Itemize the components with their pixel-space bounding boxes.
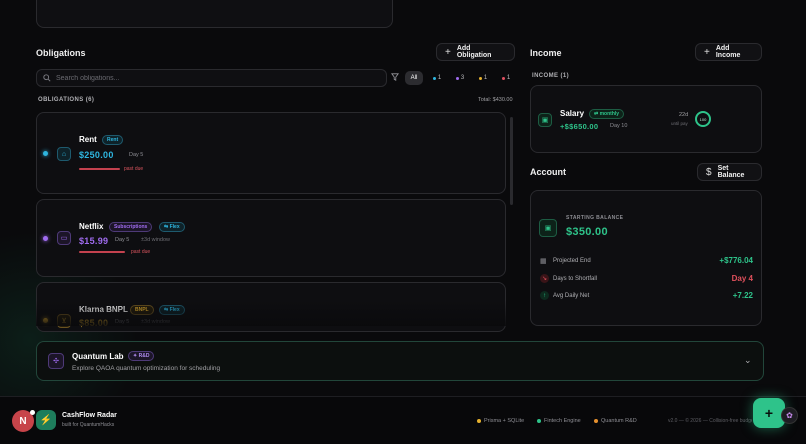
category-badge: Rent bbox=[102, 135, 124, 145]
app-tagline: built for QuantumHacks bbox=[62, 422, 115, 428]
flex-badge: ⇆ Flex bbox=[159, 222, 185, 232]
until-pay-label: until pay bbox=[671, 121, 688, 126]
top-summary-card bbox=[36, 0, 393, 28]
category-badge: Subscriptions bbox=[109, 222, 153, 232]
account-row-avg: ↑ Avg Daily Net +7.22 bbox=[540, 291, 753, 303]
rent-dot-icon bbox=[432, 76, 436, 80]
quantum-dot-icon bbox=[594, 419, 598, 423]
plus-icon: + bbox=[445, 46, 451, 58]
chevron-down-icon[interactable]: ⌄ bbox=[744, 355, 752, 366]
income-title: Income bbox=[530, 48, 562, 58]
add-obligation-button[interactable]: + Add Obligation bbox=[436, 43, 515, 61]
klarna-status-dot bbox=[43, 318, 48, 323]
dollar-icon: $ bbox=[706, 166, 712, 178]
bnpl-dot-icon bbox=[478, 76, 482, 80]
obligation-amount: $15.99 bbox=[79, 236, 109, 246]
trend-up-icon: ↑ bbox=[540, 291, 549, 300]
obligation-day: Day 5 bbox=[129, 152, 144, 158]
income-count: INCOME (1) bbox=[532, 73, 569, 79]
income-day: Day 10 bbox=[610, 123, 628, 129]
account-title: Account bbox=[530, 167, 566, 177]
flex-badge: ⇆ Flex bbox=[159, 305, 185, 315]
obligations-scrollbar[interactable] bbox=[510, 117, 513, 205]
filter-chip-other[interactable]: 1 bbox=[500, 71, 512, 85]
footer-link-fintech[interactable]: Fintech Engine bbox=[537, 418, 581, 424]
obligations-total: Total: $430.00 bbox=[478, 97, 513, 103]
footer-link-prisma[interactable]: Prisma + SQLite bbox=[477, 418, 524, 424]
past-due-label: past due bbox=[131, 249, 151, 255]
add-income-button[interactable]: + Add Income bbox=[695, 43, 762, 61]
wallet-icon: ▣ bbox=[538, 113, 552, 127]
app-name: CashFlow Radar bbox=[62, 412, 117, 419]
subscriptions-dot-icon bbox=[455, 76, 459, 80]
plus-icon: + bbox=[704, 46, 710, 58]
footer-link-quantum[interactable]: Quantum R&D bbox=[594, 418, 637, 424]
obligation-window: ±3d window bbox=[141, 237, 171, 243]
obligations-title: Obligations bbox=[36, 48, 86, 58]
avatar-status-dot bbox=[30, 410, 35, 415]
obligation-day: Day 5 bbox=[115, 237, 130, 243]
obligations-count: OBLIGATIONS (6) bbox=[38, 97, 95, 103]
wallet-icon: ▣ bbox=[539, 219, 557, 237]
obligation-name: Netflix bbox=[79, 222, 104, 231]
filter-chip-bnpl[interactable]: 1 bbox=[477, 71, 489, 85]
income-card-salary[interactable] bbox=[530, 85, 762, 153]
progress-bar bbox=[79, 168, 120, 170]
fintech-dot-icon bbox=[537, 419, 541, 423]
search-icon bbox=[43, 74, 51, 82]
account-row-shortfall: ↘ Days to Shortfall Day 4 bbox=[540, 274, 753, 283]
pay-progress-ring: 100 bbox=[695, 111, 711, 127]
obligation-day: Day 5 bbox=[115, 319, 130, 325]
quantum-lab-title: Quantum Lab bbox=[72, 352, 124, 361]
rd-badge: ✦ R&D bbox=[128, 351, 155, 361]
obligation-name: Rent bbox=[79, 135, 97, 144]
income-name: Salary bbox=[560, 109, 585, 118]
starting-balance-value: $350.00 bbox=[566, 226, 608, 238]
assistant-icon[interactable]: ✿ bbox=[781, 407, 798, 424]
search-input[interactable] bbox=[56, 74, 356, 82]
filter-chip-all[interactable]: All bbox=[405, 71, 423, 85]
trend-down-icon: ↘ bbox=[540, 274, 549, 283]
obligation-amount: $250.00 bbox=[79, 150, 114, 160]
quantum-lab-panel[interactable] bbox=[36, 341, 764, 381]
obligation-name: Klarna BNPL bbox=[79, 305, 128, 314]
atom-icon: ✣ bbox=[48, 353, 64, 369]
obligation-window: ±3d window bbox=[141, 319, 171, 325]
days-until-pay: 22d bbox=[679, 112, 689, 118]
filter-chip-rent[interactable]: 1 bbox=[431, 71, 443, 85]
frequency-badge: ⇄ monthly bbox=[589, 109, 625, 119]
search-box[interactable] bbox=[36, 69, 387, 87]
logo-icon: ⚡ bbox=[36, 410, 56, 430]
copyright: v2.0 — © 2026 — Collision-free budget bbox=[668, 418, 752, 424]
progress-bar bbox=[79, 251, 125, 253]
past-due-label: past due bbox=[124, 166, 144, 172]
cart-icon: ⊻ bbox=[57, 314, 71, 328]
calendar-icon: ▦ bbox=[540, 258, 547, 265]
quantum-lab-description: Explore QAOA quantum optimization for sc… bbox=[72, 365, 221, 372]
filter-chip-subscriptions[interactable]: 3 bbox=[454, 71, 466, 85]
home-icon: ⌂ bbox=[57, 147, 71, 161]
netflix-status-dot bbox=[43, 236, 48, 241]
prisma-dot-icon bbox=[477, 419, 481, 423]
other-dot-icon bbox=[501, 76, 505, 80]
income-amount: +$$650.00 bbox=[560, 122, 599, 131]
starting-balance-label: STARTING BALANCE bbox=[566, 215, 624, 221]
obligation-amount: $85.00 bbox=[79, 318, 109, 328]
filter-icon[interactable] bbox=[391, 73, 399, 83]
category-badge: BNPL bbox=[130, 305, 154, 315]
account-row-projected: ▦ Projected End +$776.04 bbox=[540, 256, 753, 265]
tv-icon: ▭ bbox=[57, 231, 71, 245]
set-balance-button[interactable]: $ Set Balance bbox=[697, 163, 762, 181]
rent-status-dot bbox=[43, 151, 48, 156]
